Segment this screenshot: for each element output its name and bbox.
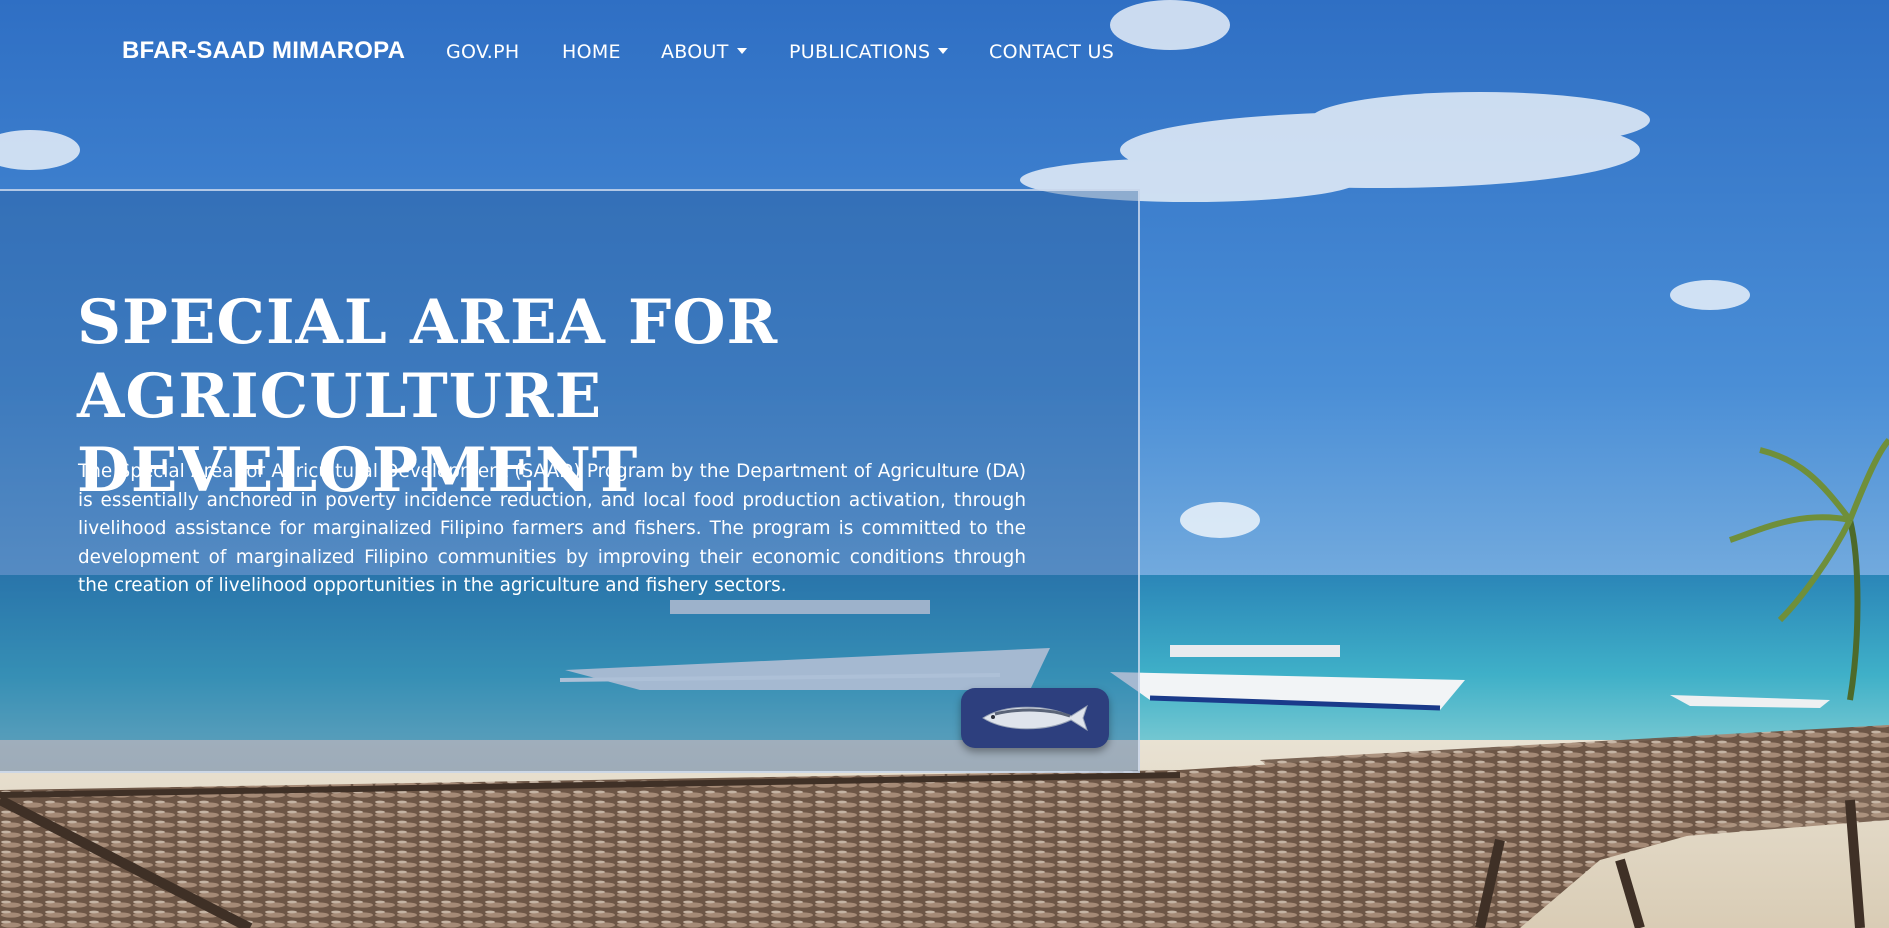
nav-link-contact-us[interactable]: CONTACT US bbox=[989, 41, 1114, 63]
fish-icon bbox=[982, 704, 1088, 732]
nav-link-govph[interactable]: GOV.PH bbox=[446, 41, 519, 63]
caret-down-icon bbox=[736, 48, 747, 54]
brand-logo-link[interactable]: BFAR-SAAD MIMAROPA bbox=[122, 37, 405, 65]
nav-link-label: CONTACT US bbox=[989, 41, 1115, 63]
nav-link-home[interactable]: HOME bbox=[562, 41, 621, 63]
caret-down-icon bbox=[938, 48, 949, 54]
nav-link-label: HOME bbox=[562, 41, 621, 63]
nav-link-label: PUBLICATIONS bbox=[789, 41, 931, 63]
nav-dropdown-about[interactable]: ABOUT bbox=[661, 41, 747, 63]
nav-dropdown-publications[interactable]: PUBLICATIONS bbox=[789, 41, 949, 63]
nav-link-label: GOV.PH bbox=[446, 41, 520, 63]
fish-button[interactable] bbox=[961, 688, 1109, 748]
nav-link-label: ABOUT bbox=[661, 41, 729, 63]
top-navbar: BFAR-SAAD MIMAROPA GOV.PH HOME ABOUT PUB… bbox=[0, 0, 1889, 104]
hero-description: The Special Area for Agricultural Develo… bbox=[78, 461, 1026, 596]
